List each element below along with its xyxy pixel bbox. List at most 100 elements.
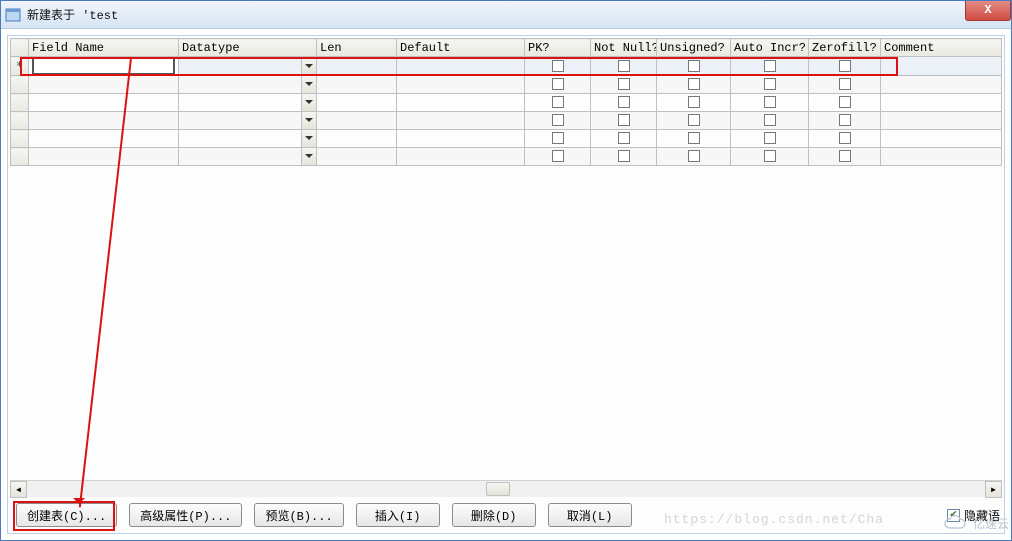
cell-field-name[interactable] [29,57,179,76]
col-len[interactable]: Len [317,39,397,57]
cell-auto-incr[interactable] [731,130,809,148]
cell-len[interactable] [317,112,397,130]
hide-language-checkbox[interactable]: ✔ 隐藏语 [947,507,1000,524]
col-unsigned[interactable]: Unsigned? [657,39,731,57]
col-zerofill[interactable]: Zerofill? [809,39,881,57]
pk-checkbox[interactable] [552,150,564,162]
cell-default[interactable] [397,94,525,112]
cell-unsigned[interactable] [657,57,731,76]
cell-field-name[interactable] [29,130,179,148]
cell-pk[interactable] [525,76,591,94]
pk-checkbox[interactable] [552,132,564,144]
field-name-input[interactable] [32,57,175,75]
unsigned-checkbox[interactable] [688,114,700,126]
zerofill-checkbox[interactable] [839,96,851,108]
cell-not-null[interactable] [591,57,657,76]
cell-auto-incr[interactable] [731,76,809,94]
scroll-thumb[interactable] [486,482,510,496]
auto-incr-checkbox[interactable] [764,114,776,126]
table-row[interactable] [11,76,1002,94]
scroll-left-arrow-icon[interactable]: ◂ [10,481,27,498]
cell-comment[interactable] [881,57,1002,76]
unsigned-checkbox[interactable] [688,78,700,90]
auto-incr-checkbox[interactable] [764,78,776,90]
cell-not-null[interactable] [591,112,657,130]
cell-len[interactable] [317,130,397,148]
col-marker[interactable] [11,39,29,57]
col-field-name[interactable]: Field Name [29,39,179,57]
cell-default[interactable] [397,148,525,166]
cell-len[interactable] [317,76,397,94]
not-null-checkbox[interactable] [618,96,630,108]
unsigned-checkbox[interactable] [688,150,700,162]
cell-zerofill[interactable] [809,57,881,76]
cell-pk[interactable] [525,94,591,112]
col-auto-incr[interactable]: Auto Incr? [731,39,809,57]
cell-len[interactable] [317,148,397,166]
unsigned-checkbox[interactable] [688,96,700,108]
table-row[interactable] [11,94,1002,112]
col-datatype[interactable]: Datatype [179,39,317,57]
cell-default[interactable] [397,130,525,148]
cell-unsigned[interactable] [657,148,731,166]
cell-auto-incr[interactable] [731,57,809,76]
cell-pk[interactable] [525,130,591,148]
not-null-checkbox[interactable] [618,132,630,144]
cell-datatype[interactable] [179,112,317,130]
row-marker[interactable] [11,130,29,148]
cell-comment[interactable] [881,130,1002,148]
table-row[interactable] [11,148,1002,166]
cell-field-name[interactable] [29,94,179,112]
cell-not-null[interactable] [591,130,657,148]
cell-not-null[interactable] [591,76,657,94]
row-marker[interactable] [11,112,29,130]
cell-auto-incr[interactable] [731,148,809,166]
not-null-checkbox[interactable] [618,114,630,126]
cell-comment[interactable] [881,94,1002,112]
cell-default[interactable] [397,76,525,94]
cell-datatype[interactable] [179,94,317,112]
cell-unsigned[interactable] [657,76,731,94]
auto-incr-checkbox[interactable] [764,60,776,72]
cell-pk[interactable] [525,148,591,166]
cell-auto-incr[interactable] [731,94,809,112]
row-marker[interactable] [11,76,29,94]
pk-checkbox[interactable] [552,78,564,90]
horizontal-scrollbar[interactable]: ◂ ▸ [10,480,1002,497]
advanced-button[interactable]: 高级属性(P)... [129,503,242,527]
cell-zerofill[interactable] [809,94,881,112]
pk-checkbox[interactable] [552,114,564,126]
create-table-button[interactable]: 创建表(C)... [16,503,117,527]
row-marker[interactable] [11,94,29,112]
cell-field-name[interactable] [29,112,179,130]
close-button[interactable]: X [965,1,1011,21]
cell-default[interactable] [397,112,525,130]
cell-field-name[interactable] [29,148,179,166]
zerofill-checkbox[interactable] [839,60,851,72]
cell-pk[interactable] [525,57,591,76]
cell-unsigned[interactable] [657,94,731,112]
cell-datatype[interactable] [179,148,317,166]
not-null-checkbox[interactable] [618,78,630,90]
datatype-dropdown-icon[interactable] [301,76,316,93]
cell-comment[interactable] [881,112,1002,130]
cancel-button[interactable]: 取消(L) [548,503,632,527]
col-default[interactable]: Default [397,39,525,57]
datatype-dropdown-icon[interactable] [301,130,316,147]
cell-comment[interactable] [881,148,1002,166]
cell-unsigned[interactable] [657,130,731,148]
table-row[interactable] [11,130,1002,148]
cell-datatype[interactable] [179,130,317,148]
zerofill-checkbox[interactable] [839,150,851,162]
delete-button[interactable]: 删除(D) [452,503,536,527]
cell-unsigned[interactable] [657,112,731,130]
auto-incr-checkbox[interactable] [764,132,776,144]
datatype-dropdown-icon[interactable] [301,112,316,129]
zerofill-checkbox[interactable] [839,114,851,126]
cell-len[interactable] [317,57,397,76]
cell-default[interactable] [397,57,525,76]
insert-button[interactable]: 插入(I) [356,503,440,527]
col-not-null[interactable]: Not Null? [591,39,657,57]
zerofill-checkbox[interactable] [839,132,851,144]
row-marker[interactable]: * [11,57,29,76]
